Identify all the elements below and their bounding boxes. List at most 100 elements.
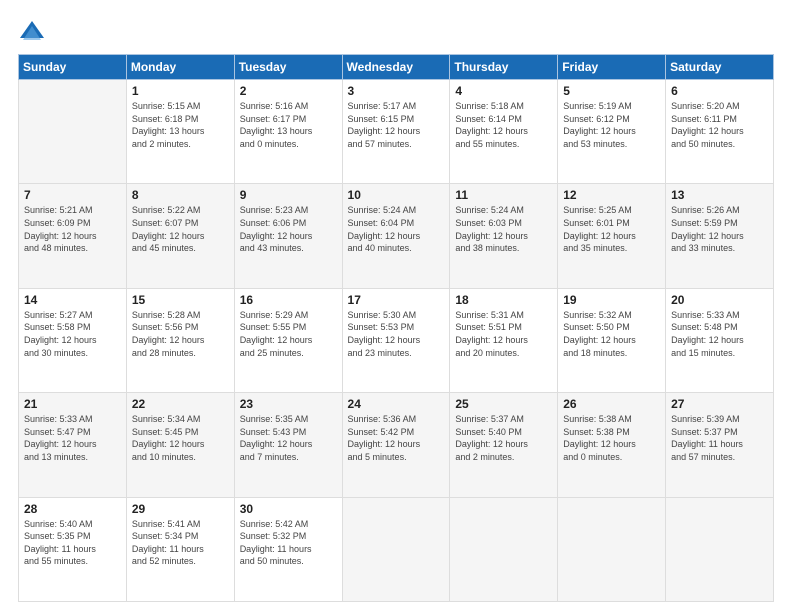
- day-info: Sunrise: 5:33 AM Sunset: 5:47 PM Dayligh…: [24, 413, 121, 463]
- day-info: Sunrise: 5:22 AM Sunset: 6:07 PM Dayligh…: [132, 204, 229, 254]
- day-number: 30: [240, 502, 337, 516]
- day-info: Sunrise: 5:30 AM Sunset: 5:53 PM Dayligh…: [348, 309, 445, 359]
- day-number: 18: [455, 293, 552, 307]
- calendar-cell: 16 Sunrise: 5:29 AM Sunset: 5:55 PM Dayli…: [234, 288, 342, 392]
- calendar-cell: 30 Sunrise: 5:42 AM Sunset: 5:32 PM Dayli…: [234, 497, 342, 601]
- day-info: Sunrise: 5:19 AM Sunset: 6:12 PM Dayligh…: [563, 100, 660, 150]
- day-info: Sunrise: 5:18 AM Sunset: 6:14 PM Dayligh…: [455, 100, 552, 150]
- day-info: Sunrise: 5:39 AM Sunset: 5:37 PM Dayligh…: [671, 413, 768, 463]
- day-number: 4: [455, 84, 552, 98]
- day-number: 20: [671, 293, 768, 307]
- calendar-cell: 27 Sunrise: 5:39 AM Sunset: 5:37 PM Dayli…: [666, 393, 774, 497]
- day-number: 25: [455, 397, 552, 411]
- day-number: 17: [348, 293, 445, 307]
- day-info: Sunrise: 5:15 AM Sunset: 6:18 PM Dayligh…: [132, 100, 229, 150]
- header: [18, 18, 774, 46]
- day-number: 1: [132, 84, 229, 98]
- day-number: 2: [240, 84, 337, 98]
- day-info: Sunrise: 5:16 AM Sunset: 6:17 PM Dayligh…: [240, 100, 337, 150]
- weekday-header-wednesday: Wednesday: [342, 55, 450, 80]
- calendar-cell: 17 Sunrise: 5:30 AM Sunset: 5:53 PM Dayli…: [342, 288, 450, 392]
- day-number: 11: [455, 188, 552, 202]
- calendar-cell: 10 Sunrise: 5:24 AM Sunset: 6:04 PM Dayli…: [342, 184, 450, 288]
- calendar-cell: 14 Sunrise: 5:27 AM Sunset: 5:58 PM Dayli…: [19, 288, 127, 392]
- calendar-cell: 21 Sunrise: 5:33 AM Sunset: 5:47 PM Dayli…: [19, 393, 127, 497]
- calendar-cell: 20 Sunrise: 5:33 AM Sunset: 5:48 PM Dayli…: [666, 288, 774, 392]
- day-number: 12: [563, 188, 660, 202]
- day-info: Sunrise: 5:33 AM Sunset: 5:48 PM Dayligh…: [671, 309, 768, 359]
- day-info: Sunrise: 5:20 AM Sunset: 6:11 PM Dayligh…: [671, 100, 768, 150]
- day-number: 23: [240, 397, 337, 411]
- day-info: Sunrise: 5:29 AM Sunset: 5:55 PM Dayligh…: [240, 309, 337, 359]
- weekday-header-monday: Monday: [126, 55, 234, 80]
- day-number: 5: [563, 84, 660, 98]
- calendar-cell: 4 Sunrise: 5:18 AM Sunset: 6:14 PM Daylig…: [450, 80, 558, 184]
- calendar-cell: 29Sunrise: 5:41 AM Sunset: 5:34 PM Dayli…: [126, 497, 234, 601]
- day-info: Sunrise: 5:24 AM Sunset: 6:04 PM Dayligh…: [348, 204, 445, 254]
- weekday-header-saturday: Saturday: [666, 55, 774, 80]
- calendar-cell: 2 Sunrise: 5:16 AM Sunset: 6:17 PM Daylig…: [234, 80, 342, 184]
- weekday-header-friday: Friday: [558, 55, 666, 80]
- day-number: 22: [132, 397, 229, 411]
- day-number: 6: [671, 84, 768, 98]
- calendar-cell: [666, 497, 774, 601]
- day-info: Sunrise: 5:25 AM Sunset: 6:01 PM Dayligh…: [563, 204, 660, 254]
- day-info: Sunrise: 5:37 AM Sunset: 5:40 PM Dayligh…: [455, 413, 552, 463]
- calendar-cell: 15 Sunrise: 5:28 AM Sunset: 5:56 PM Dayli…: [126, 288, 234, 392]
- calendar-cell: 23 Sunrise: 5:35 AM Sunset: 5:43 PM Dayli…: [234, 393, 342, 497]
- day-info: Sunrise: 5:17 AM Sunset: 6:15 PM Dayligh…: [348, 100, 445, 150]
- day-number: 9: [240, 188, 337, 202]
- calendar-cell: 5 Sunrise: 5:19 AM Sunset: 6:12 PM Daylig…: [558, 80, 666, 184]
- day-number: 8: [132, 188, 229, 202]
- week-row-0: 1 Sunrise: 5:15 AM Sunset: 6:18 PM Daylig…: [19, 80, 774, 184]
- day-number: 21: [24, 397, 121, 411]
- day-info: Sunrise: 5:38 AM Sunset: 5:38 PM Dayligh…: [563, 413, 660, 463]
- week-row-2: 14 Sunrise: 5:27 AM Sunset: 5:58 PM Dayli…: [19, 288, 774, 392]
- week-row-4: 28 Sunrise: 5:40 AM Sunset: 5:35 PM Dayli…: [19, 497, 774, 601]
- weekday-header-thursday: Thursday: [450, 55, 558, 80]
- day-number: 27: [671, 397, 768, 411]
- calendar-cell: 3 Sunrise: 5:17 AM Sunset: 6:15 PM Daylig…: [342, 80, 450, 184]
- day-number: 13: [671, 188, 768, 202]
- day-info: Sunrise: 5:35 AM Sunset: 5:43 PM Dayligh…: [240, 413, 337, 463]
- day-number: 16: [240, 293, 337, 307]
- weekday-header-row: SundayMondayTuesdayWednesdayThursdayFrid…: [19, 55, 774, 80]
- calendar-cell: 9Sunrise: 5:23 AM Sunset: 6:06 PM Daylig…: [234, 184, 342, 288]
- calendar-cell: 26 Sunrise: 5:38 AM Sunset: 5:38 PM Dayli…: [558, 393, 666, 497]
- calendar-cell: [450, 497, 558, 601]
- day-info: Sunrise: 5:40 AM Sunset: 5:35 PM Dayligh…: [24, 518, 121, 568]
- calendar-table: SundayMondayTuesdayWednesdayThursdayFrid…: [18, 54, 774, 602]
- day-number: 3: [348, 84, 445, 98]
- calendar-cell: 22 Sunrise: 5:34 AM Sunset: 5:45 PM Dayli…: [126, 393, 234, 497]
- calendar-cell: 24Sunrise: 5:36 AM Sunset: 5:42 PM Dayli…: [342, 393, 450, 497]
- day-info: Sunrise: 5:32 AM Sunset: 5:50 PM Dayligh…: [563, 309, 660, 359]
- day-info: Sunrise: 5:21 AM Sunset: 6:09 PM Dayligh…: [24, 204, 121, 254]
- day-info: Sunrise: 5:34 AM Sunset: 5:45 PM Dayligh…: [132, 413, 229, 463]
- day-info: Sunrise: 5:24 AM Sunset: 6:03 PM Dayligh…: [455, 204, 552, 254]
- day-number: 28: [24, 502, 121, 516]
- calendar-cell: 7Sunrise: 5:21 AM Sunset: 6:09 PM Daylig…: [19, 184, 127, 288]
- day-number: 26: [563, 397, 660, 411]
- day-info: Sunrise: 5:41 AM Sunset: 5:34 PM Dayligh…: [132, 518, 229, 568]
- day-info: Sunrise: 5:28 AM Sunset: 5:56 PM Dayligh…: [132, 309, 229, 359]
- page: SundayMondayTuesdayWednesdayThursdayFrid…: [0, 0, 792, 612]
- calendar-cell: [558, 497, 666, 601]
- calendar-cell: 13Sunrise: 5:26 AM Sunset: 5:59 PM Dayli…: [666, 184, 774, 288]
- weekday-header-tuesday: Tuesday: [234, 55, 342, 80]
- day-info: Sunrise: 5:27 AM Sunset: 5:58 PM Dayligh…: [24, 309, 121, 359]
- day-number: 14: [24, 293, 121, 307]
- day-number: 15: [132, 293, 229, 307]
- calendar-cell: 19 Sunrise: 5:32 AM Sunset: 5:50 PM Dayli…: [558, 288, 666, 392]
- logo: [18, 18, 50, 46]
- calendar-cell: 28 Sunrise: 5:40 AM Sunset: 5:35 PM Dayli…: [19, 497, 127, 601]
- day-number: 10: [348, 188, 445, 202]
- day-number: 24: [348, 397, 445, 411]
- day-number: 19: [563, 293, 660, 307]
- weekday-header-sunday: Sunday: [19, 55, 127, 80]
- week-row-1: 7Sunrise: 5:21 AM Sunset: 6:09 PM Daylig…: [19, 184, 774, 288]
- calendar-cell: 12 Sunrise: 5:25 AM Sunset: 6:01 PM Dayli…: [558, 184, 666, 288]
- day-info: Sunrise: 5:42 AM Sunset: 5:32 PM Dayligh…: [240, 518, 337, 568]
- calendar-cell: 8 Sunrise: 5:22 AM Sunset: 6:07 PM Daylig…: [126, 184, 234, 288]
- logo-icon: [18, 18, 46, 46]
- week-row-3: 21 Sunrise: 5:33 AM Sunset: 5:47 PM Dayli…: [19, 393, 774, 497]
